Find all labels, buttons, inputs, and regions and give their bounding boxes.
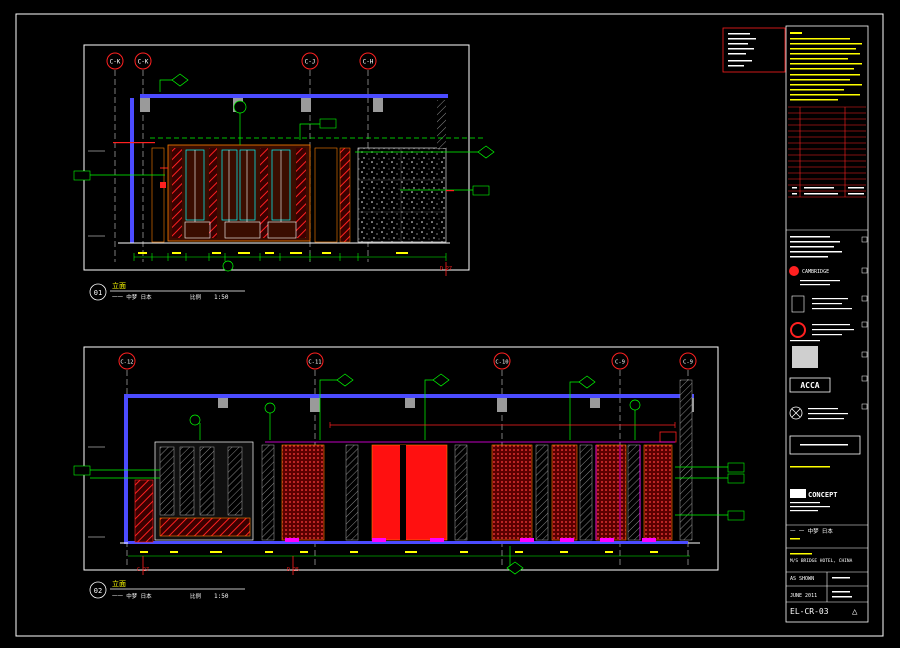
- acca-logo-text: ACCA: [800, 381, 819, 390]
- revision-triangle-icon: △: [852, 607, 858, 617]
- view-01-beams: [140, 98, 383, 112]
- client-logo-block: [792, 346, 818, 368]
- view-02-level-marks: [88, 446, 105, 538]
- view-02-scale: 1:50: [214, 593, 229, 600]
- view-01-stone-cladding: [357, 147, 447, 243]
- view-01-scale: 1:50: [214, 294, 229, 301]
- cad-drawing-sheet: C-K C-K C-J C-H D 27 01 立面 一一 中梦 日本 比例 1…: [15, 13, 884, 637]
- view-02-label: 02 立面 一一 中梦 日本 比例 1:50: [89, 579, 245, 600]
- designer-logo-icon: [790, 322, 806, 338]
- elevation-view-01: C-K C-K C-J C-H D 27 01 立面 一一 中梦 日本 比例 1…: [73, 44, 495, 301]
- view-02-grid-bubbles: C-12 C-11 C-10 C-9 C-9: [118, 352, 697, 370]
- consultant-lines: [790, 236, 842, 258]
- project-name: M/S BRIDGE HOTEL, CHINA: [790, 558, 853, 564]
- consultant-name: CAMBRIDGE: [802, 269, 829, 275]
- grid-label-cj: C-J: [305, 59, 316, 66]
- title-block: CAMBRIDGE ACCA CONCEPT 一 一 中梦 日本 M/S BRI…: [722, 25, 869, 623]
- consultant-logo-icon: [789, 266, 799, 276]
- grid-label-c12: C-12: [120, 360, 133, 366]
- view-01-level-marks: [88, 150, 105, 237]
- view-01-column-hatch: [437, 100, 446, 148]
- elevation-view-02: C-12 C-11 C-10 C-9 C-9 C 27 D 25 02 立面 一…: [73, 346, 745, 600]
- grid-label-c9b: C-9: [683, 360, 693, 366]
- grid-label-ck-2: C-K: [138, 59, 149, 66]
- architect-address: [812, 298, 852, 310]
- view-02-screen-panels: [261, 379, 693, 541]
- date-value: JUNE 2011: [790, 593, 817, 599]
- view-02-section-marks: [329, 422, 676, 428]
- view-02-base-marker-1: C 27: [137, 567, 149, 573]
- consultant-address: [800, 280, 840, 286]
- view-02-scale-label: 比例: [190, 592, 202, 600]
- notes-box-lines: [728, 33, 756, 67]
- grid-label-c10: C-10: [495, 360, 508, 366]
- general-notes: [790, 32, 862, 101]
- designer-address: [790, 324, 854, 342]
- view-02-left-wall: [124, 394, 128, 544]
- view-01-subtitle: 一一 中梦 日本: [112, 293, 152, 301]
- view-02-title: 立面: [112, 579, 126, 588]
- grid-label-c9a: C-9: [615, 360, 625, 366]
- view-01-dimensions: [133, 252, 447, 276]
- view-02-beams: [218, 398, 694, 412]
- view-02-ceiling: [124, 394, 694, 398]
- view-02-dimensions: [128, 551, 690, 575]
- drawing-number: EL-CR-03: [790, 607, 829, 616]
- view-02-left-cabinet: [134, 441, 254, 543]
- view-01-scale-label: 比例: [190, 293, 202, 301]
- view-01-title: 立面: [112, 281, 126, 290]
- view-01-left-wall: [130, 98, 134, 243]
- grid-label-ch: C-H: [363, 59, 374, 66]
- view-02-subtitle: 一一 中梦 日本: [112, 592, 152, 600]
- view-01-wall-panels: [151, 144, 351, 243]
- view-02-number: 02: [94, 587, 102, 595]
- grid-label-c11: C-11: [308, 360, 321, 366]
- scale-value: AS SHOWN: [790, 576, 814, 582]
- view-01-base-marker: D 27: [440, 266, 452, 272]
- view-01-ceiling: [140, 94, 448, 98]
- drawing-name: 一 一 中梦 日本: [790, 527, 833, 535]
- concept-logo-text: CONCEPT: [808, 491, 838, 499]
- grid-label-ck-1: C-K: [110, 59, 121, 66]
- view-01-number: 01: [94, 289, 102, 297]
- revision-table: [788, 106, 866, 198]
- concept-logo-mark: [790, 489, 806, 498]
- architect-logo: [791, 295, 805, 313]
- view-01-label: 01 立面 一一 中梦 日本 比例 1:50: [89, 281, 245, 301]
- view-02-base-marker-2: D 25: [287, 567, 299, 573]
- view-01-grid-bubbles: C-K C-K C-J C-H: [106, 52, 377, 70]
